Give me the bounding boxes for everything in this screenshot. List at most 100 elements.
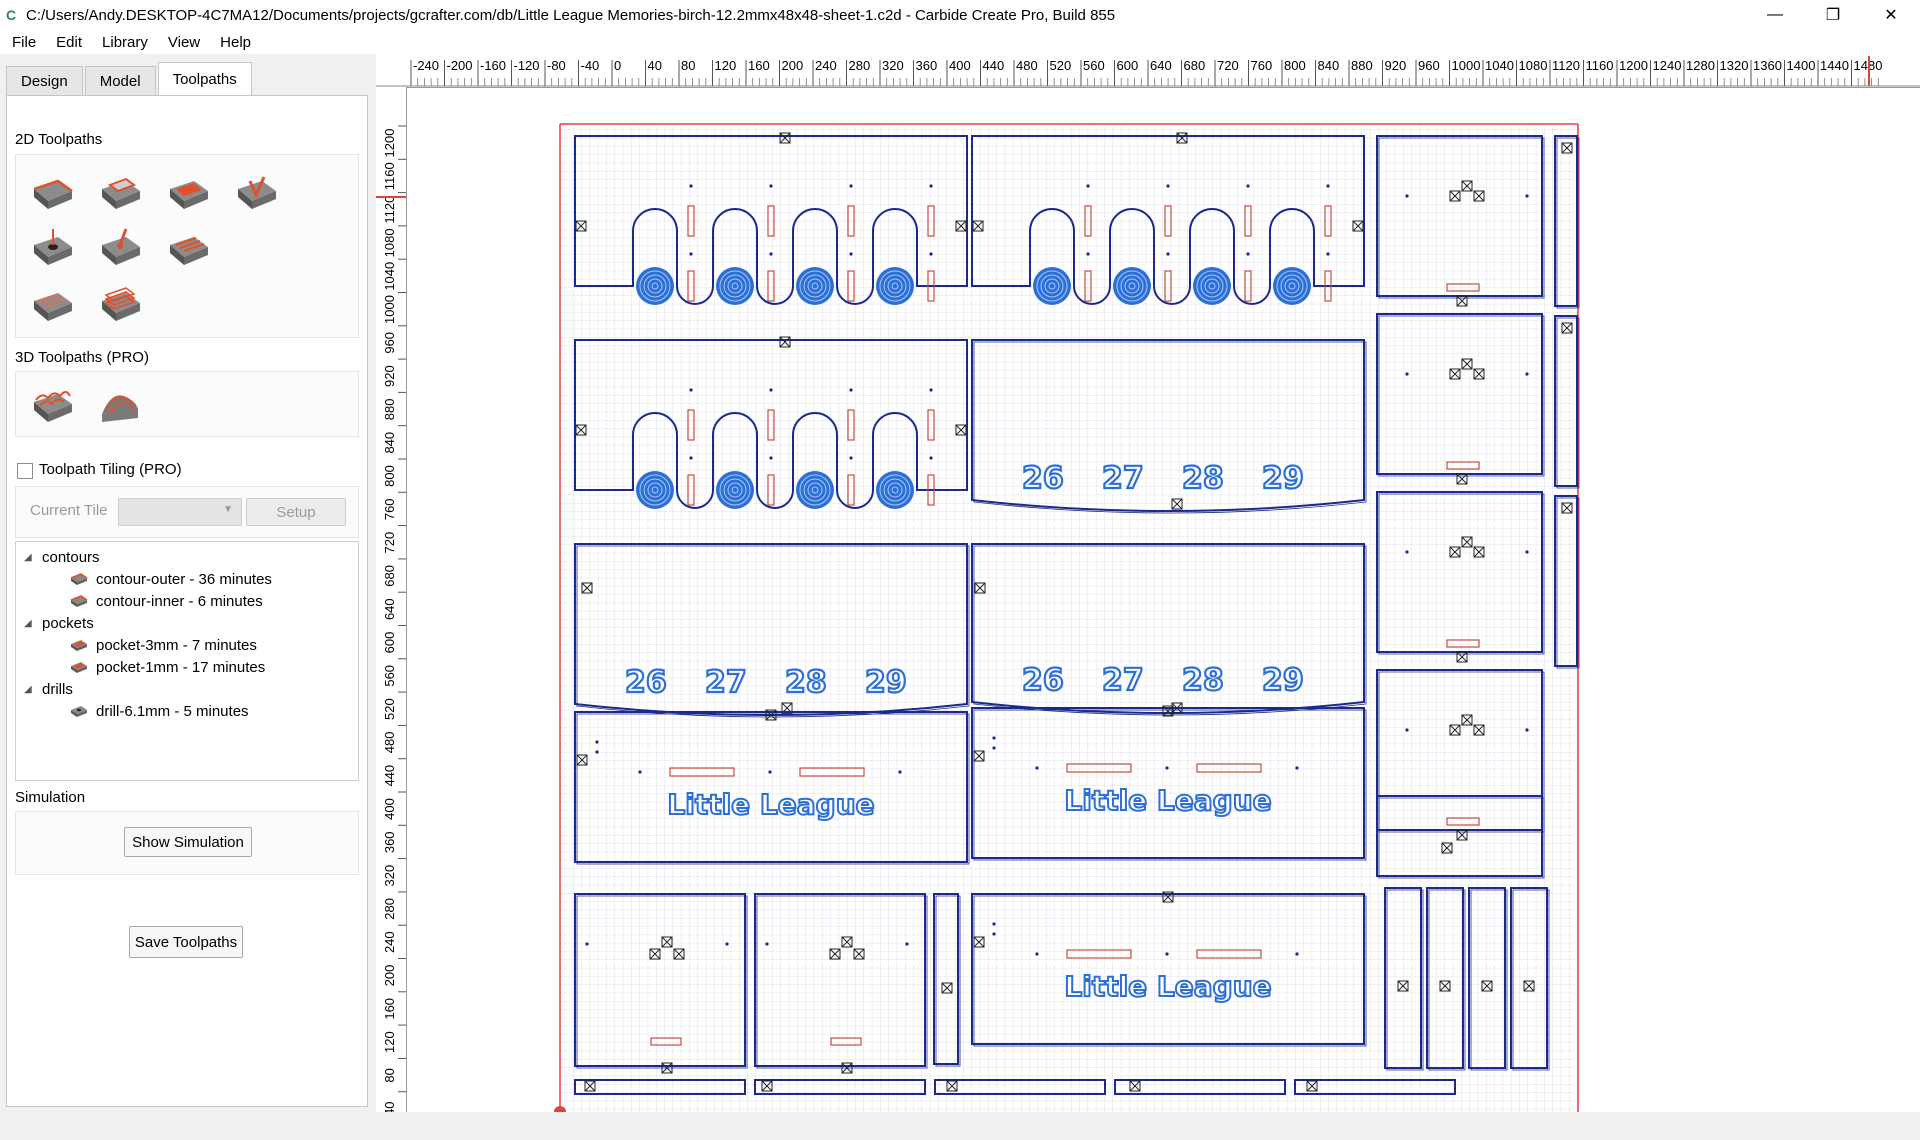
ruler-label: 120	[382, 1031, 397, 1053]
ruler-label: 1320	[1720, 58, 1749, 73]
setup-button[interactable]: Setup	[246, 498, 346, 526]
ruler-label: 1240	[1653, 58, 1682, 73]
drill-hole	[689, 184, 693, 188]
number-pocket: 28	[1182, 663, 1224, 698]
advanced-vcarve-toolpath-icon[interactable]	[96, 279, 144, 327]
left-panel: Design Model Toolpaths 2D Toolpaths 3D T…	[6, 62, 368, 1107]
drill-toolpath-icon[interactable]	[28, 223, 76, 271]
contour-toolpath-icon[interactable]	[28, 167, 76, 215]
league-pocket: Little League	[667, 788, 874, 821]
drill-hole	[1326, 252, 1330, 256]
engrave-toolpath-icon[interactable]	[96, 223, 144, 271]
expand-arrow-icon[interactable]: ◢	[24, 618, 34, 629]
tree-group-contours[interactable]: ◢ contours	[16, 546, 100, 568]
3d-rough-toolpath-icon[interactable]	[28, 380, 76, 428]
ruler-label: 880	[382, 399, 397, 421]
ruler-label: 280	[849, 58, 871, 73]
ruler-label: 360	[916, 58, 938, 73]
tree-group-pockets[interactable]: ◢ pockets	[16, 612, 94, 634]
ruler-label: 240	[815, 58, 837, 73]
chevron-down-icon: ▼	[223, 504, 233, 515]
minimize-button[interactable]: —	[1746, 0, 1804, 30]
pocket-target	[1272, 266, 1312, 306]
ruler-label: 80	[681, 58, 695, 73]
tree-item-contour-inner[interactable]: contour-inner - 6 minutes	[70, 590, 263, 612]
menu-edit[interactable]: Edit	[44, 34, 90, 51]
number-pocket: 27	[1102, 461, 1144, 496]
tree-item-drill[interactable]: drill-6.1mm - 5 minutes	[70, 700, 249, 722]
close-button[interactable]: ✕	[1862, 0, 1920, 30]
drill-hole	[992, 932, 996, 936]
ruler-label: 480	[1016, 58, 1038, 73]
ruler-label: 1440	[1820, 58, 1849, 73]
texture-toolpath-icon[interactable]	[164, 223, 212, 271]
expand-arrow-icon[interactable]: ◢	[24, 552, 34, 563]
ruler-label: 1000	[382, 295, 397, 324]
menu-help[interactable]: Help	[208, 34, 259, 51]
ruler-label: 560	[1083, 58, 1105, 73]
drill-hole	[595, 740, 599, 744]
vcarve-toolpath-icon[interactable]	[232, 167, 280, 215]
mode-tabs: Design Model Toolpaths	[6, 62, 254, 96]
save-toolpaths-button[interactable]: Save Toolpaths	[129, 926, 243, 958]
tab-model[interactable]: Model	[84, 66, 156, 95]
carbide-c-icon: C	[6, 7, 17, 23]
drill-hole	[992, 736, 996, 740]
drill-hole	[1035, 952, 1039, 956]
drill-hole	[1166, 252, 1170, 256]
drill-hole	[849, 388, 853, 392]
3d-finish-toolpath-icon[interactable]	[96, 380, 144, 428]
tiling-label: Toolpath Tiling (PRO)	[39, 461, 182, 478]
tab-toolpaths[interactable]: Toolpaths	[157, 62, 252, 96]
pocket-target	[875, 266, 915, 306]
drill-hole	[1525, 728, 1529, 732]
ruler-label: 400	[382, 798, 397, 820]
ruler-label: 1280	[1686, 58, 1715, 73]
restore-button[interactable]: ❐	[1804, 0, 1862, 30]
drill-hole	[1165, 952, 1169, 956]
show-simulation-button[interactable]: Show Simulation	[124, 827, 252, 857]
tab-design[interactable]: Design	[6, 66, 83, 95]
tree-item-pocket-3mm[interactable]: pocket-3mm - 7 minutes	[70, 634, 257, 656]
current-tile-select[interactable]: ▼	[118, 498, 242, 526]
ruler-label: 1200	[382, 129, 397, 158]
menu-view[interactable]: View	[156, 34, 208, 51]
title-bar: C C:/Users/Andy.DESKTOP-4C7MA12/Document…	[0, 0, 1920, 30]
ruler-label: 680	[1184, 58, 1206, 73]
tree-item-pocket-1mm[interactable]: pocket-1mm - 17 minutes	[70, 656, 265, 678]
drill-hole	[595, 750, 599, 754]
drill-hole	[689, 388, 693, 392]
ruler-label: 720	[382, 532, 397, 554]
pocket-toolpath-icon	[71, 662, 87, 673]
drill-hole	[929, 184, 933, 188]
design-canvas[interactable]: 26 27 28 29 26 27 28 29 26 27 28 29 Little League Lit…	[407, 88, 1920, 1112]
ruler-label: 760	[382, 498, 397, 520]
pocket-inner-toolpath-icon[interactable]	[164, 167, 212, 215]
drill-hole	[1525, 372, 1529, 376]
drill-hole	[1326, 184, 1330, 188]
number-pocket: 29	[865, 665, 907, 700]
menu-file[interactable]: File	[0, 34, 44, 51]
pocket-toolpath-icon[interactable]	[96, 167, 144, 215]
tree-group-drills[interactable]: ◢ drills	[16, 678, 73, 700]
menu-library[interactable]: Library	[90, 34, 156, 51]
league-pocket: Little League	[1064, 970, 1271, 1003]
simulation-box: Show Simulation	[15, 811, 359, 875]
drill-hole	[929, 388, 933, 392]
ruler-label: 1080	[382, 228, 397, 257]
pocket-target	[715, 470, 755, 510]
drill-hole	[1246, 252, 1250, 256]
expand-arrow-icon[interactable]: ◢	[24, 684, 34, 695]
ruler-label: 400	[949, 58, 971, 73]
drill-hole	[1166, 184, 1170, 188]
drill-hole	[849, 184, 853, 188]
tiling-checkbox[interactable]	[17, 463, 33, 479]
adaptive-toolpath-icon[interactable]	[28, 279, 76, 327]
drill-hole	[769, 456, 773, 460]
ruler-label: 40	[648, 58, 662, 73]
ruler-label: -240	[413, 58, 439, 73]
ruler-label: 1040	[1485, 58, 1514, 73]
tree-item-contour-outer[interactable]: contour-outer - 36 minutes	[70, 568, 272, 590]
ruler-label: 0	[614, 58, 621, 73]
ruler-label: 840	[1318, 58, 1340, 73]
